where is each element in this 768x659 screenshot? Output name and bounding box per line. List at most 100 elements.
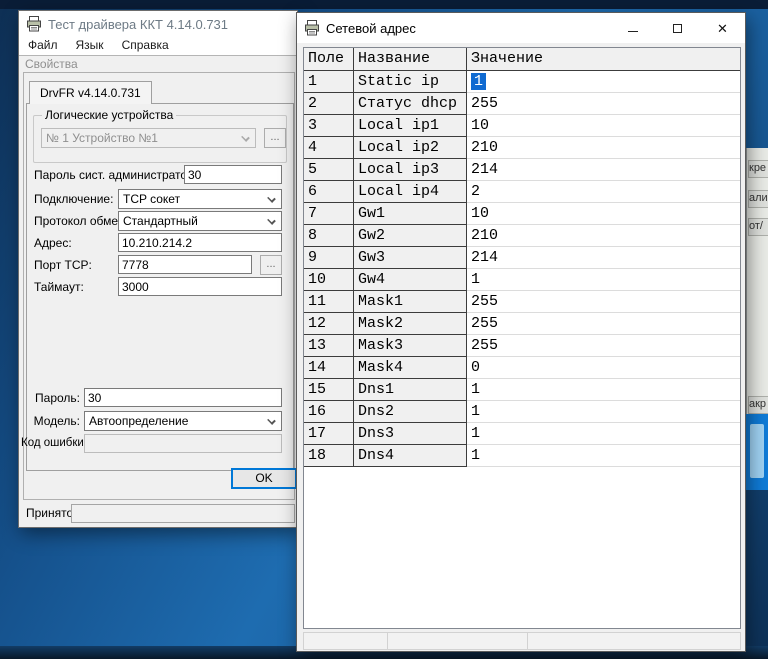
model-combo-value: Автоопределение (89, 414, 188, 428)
cell-field-number: 1 (304, 71, 354, 93)
cell-field-value[interactable]: 1 (467, 269, 740, 291)
error-code-field (84, 434, 282, 453)
cell-field-number: 16 (304, 401, 354, 423)
ok-button[interactable]: OK (231, 468, 297, 489)
admin-password-input[interactable] (184, 165, 282, 184)
printer-icon (26, 16, 42, 32)
timeout-input[interactable] (118, 277, 282, 296)
table-row: 12Mask2255 (304, 313, 740, 335)
menu-language[interactable]: Язык (67, 37, 113, 55)
cell-field-name: Mask3 (354, 335, 467, 357)
table-row: 18Dns41 (304, 445, 740, 467)
caption-buttons: ✕ (610, 13, 745, 43)
close-button[interactable]: ✕ (700, 13, 745, 43)
chevron-down-icon (267, 194, 276, 203)
cell-field-value[interactable]: 10 (467, 203, 740, 225)
cell-field-value[interactable]: 255 (467, 291, 740, 313)
table-row: 17Dns31 (304, 423, 740, 445)
cell-field-value[interactable]: 255 (467, 93, 740, 115)
properties-child-title: Свойства (19, 55, 297, 72)
main-window: Тест драйвера ККТ 4.14.0.731 Файл Язык С… (18, 10, 298, 528)
chevron-down-icon (267, 416, 276, 425)
cell-field-value[interactable]: 210 (467, 225, 740, 247)
device-browse-button[interactable]: ... (264, 128, 286, 148)
close-icon: ✕ (717, 22, 728, 35)
password-input[interactable] (84, 388, 282, 407)
menu-file[interactable]: Файл (19, 37, 67, 55)
connection-label: Подключение: (34, 192, 113, 206)
address-input[interactable] (118, 233, 282, 252)
device-combo-value: № 1 Устройство №1 (46, 131, 158, 145)
cell-field-number: 2 (304, 93, 354, 115)
table-row: 3Local ip110 (304, 115, 740, 137)
table-row: 1Static ip1 (304, 71, 740, 93)
background-button-fragment[interactable]: от/ (748, 218, 768, 236)
cell-field-value[interactable]: 214 (467, 159, 740, 181)
protocol-combo-value: Стандартный (123, 214, 198, 228)
tcp-port-input[interactable] (118, 255, 252, 274)
header-field-value: Значение (467, 48, 740, 71)
cell-field-value[interactable]: 1 (467, 401, 740, 423)
table-row: 10Gw41 (304, 269, 740, 291)
table-row: 13Mask3255 (304, 335, 740, 357)
minimize-button[interactable] (610, 13, 655, 43)
cell-field-name: Local ip2 (354, 137, 467, 159)
address-label: Адрес: (34, 236, 72, 250)
cell-field-value[interactable]: 214 (467, 247, 740, 269)
cell-field-name: Gw3 (354, 247, 467, 269)
dialog-titlebar[interactable]: Сетевой адрес ✕ (297, 13, 745, 43)
properties-child-window: DrvFR v4.14.0.731 Логические устройства … (23, 72, 295, 500)
printer-icon (304, 20, 320, 36)
maximize-icon (673, 24, 682, 33)
cell-field-number: 18 (304, 445, 354, 467)
protocol-combo[interactable]: Стандартный (118, 211, 282, 231)
background-button-fragment[interactable]: али (748, 190, 768, 208)
cell-field-value[interactable]: 1 (467, 379, 740, 401)
cell-field-value[interactable]: 10 (467, 115, 740, 137)
cell-field-value[interactable]: 255 (467, 313, 740, 335)
cell-field-value[interactable]: 0 (467, 357, 740, 379)
tcp-port-browse-button[interactable]: ... (260, 255, 282, 275)
background-blue-sliver (746, 414, 768, 490)
cell-field-name: Static ip (354, 71, 467, 93)
background-button-fragment[interactable]: акр (748, 396, 768, 414)
maximize-button[interactable] (655, 13, 700, 43)
connection-combo[interactable]: TCP сокет (118, 189, 282, 209)
cell-field-value[interactable]: 255 (467, 335, 740, 357)
tab-drvfr[interactable]: DrvFR v4.14.0.731 (29, 81, 152, 104)
accepted-label: Принято: (26, 506, 77, 520)
cell-field-value[interactable]: 210 (467, 137, 740, 159)
cell-field-number: 9 (304, 247, 354, 269)
cell-field-number: 8 (304, 225, 354, 247)
cell-field-name: Mask1 (354, 291, 467, 313)
main-status-bar: Принято: (19, 504, 297, 524)
table-row: 6Local ip42 (304, 181, 740, 203)
table-row: 5Local ip3214 (304, 159, 740, 181)
header-field-name: Название (354, 48, 467, 71)
table-row: 7Gw110 (304, 203, 740, 225)
cell-field-value[interactable]: 1 (467, 423, 740, 445)
cell-field-name: Dns3 (354, 423, 467, 445)
header-field-number: Поле (304, 48, 354, 71)
menu-help[interactable]: Справка (113, 37, 178, 55)
cell-field-number: 5 (304, 159, 354, 181)
cell-field-number: 17 (304, 423, 354, 445)
cell-field-value[interactable]: 1 (467, 445, 740, 467)
cell-field-name: Gw1 (354, 203, 467, 225)
cell-field-number: 11 (304, 291, 354, 313)
cell-field-number: 7 (304, 203, 354, 225)
cell-field-number: 4 (304, 137, 354, 159)
cell-field-number: 13 (304, 335, 354, 357)
cell-field-value[interactable]: 2 (467, 181, 740, 203)
network-grid[interactable]: ПолеНазваниеЗначение1Static ip12Статус d… (303, 47, 741, 629)
cell-field-name: Dns1 (354, 379, 467, 401)
background-button-fragment[interactable]: кре (748, 160, 768, 178)
selected-cell-text: 1 (471, 73, 486, 90)
cell-field-number: 14 (304, 357, 354, 379)
main-window-titlebar[interactable]: Тест драйвера ККТ 4.14.0.731 (19, 11, 297, 37)
table-row: 15Dns11 (304, 379, 740, 401)
cell-field-value[interactable]: 1 (467, 71, 740, 93)
table-row: 9Gw3214 (304, 247, 740, 269)
model-combo[interactable]: Автоопределение (84, 411, 282, 431)
table-row: 11Mask1255 (304, 291, 740, 313)
